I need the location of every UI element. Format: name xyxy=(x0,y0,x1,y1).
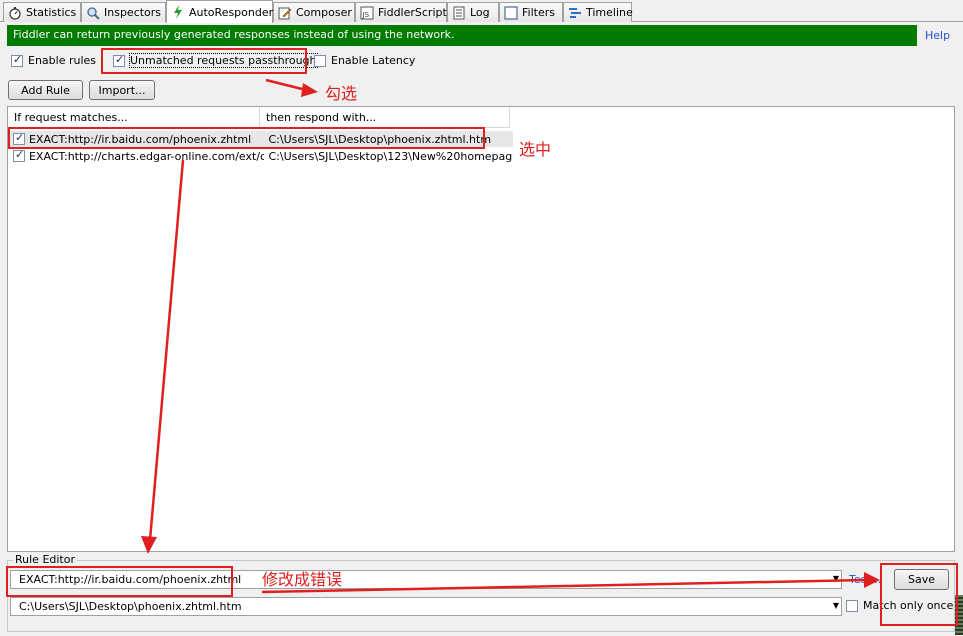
tab-autoresponder[interactable]: AutoResponder xyxy=(166,0,273,23)
annotation-arrows xyxy=(141,78,880,594)
lightning-icon xyxy=(171,5,185,19)
